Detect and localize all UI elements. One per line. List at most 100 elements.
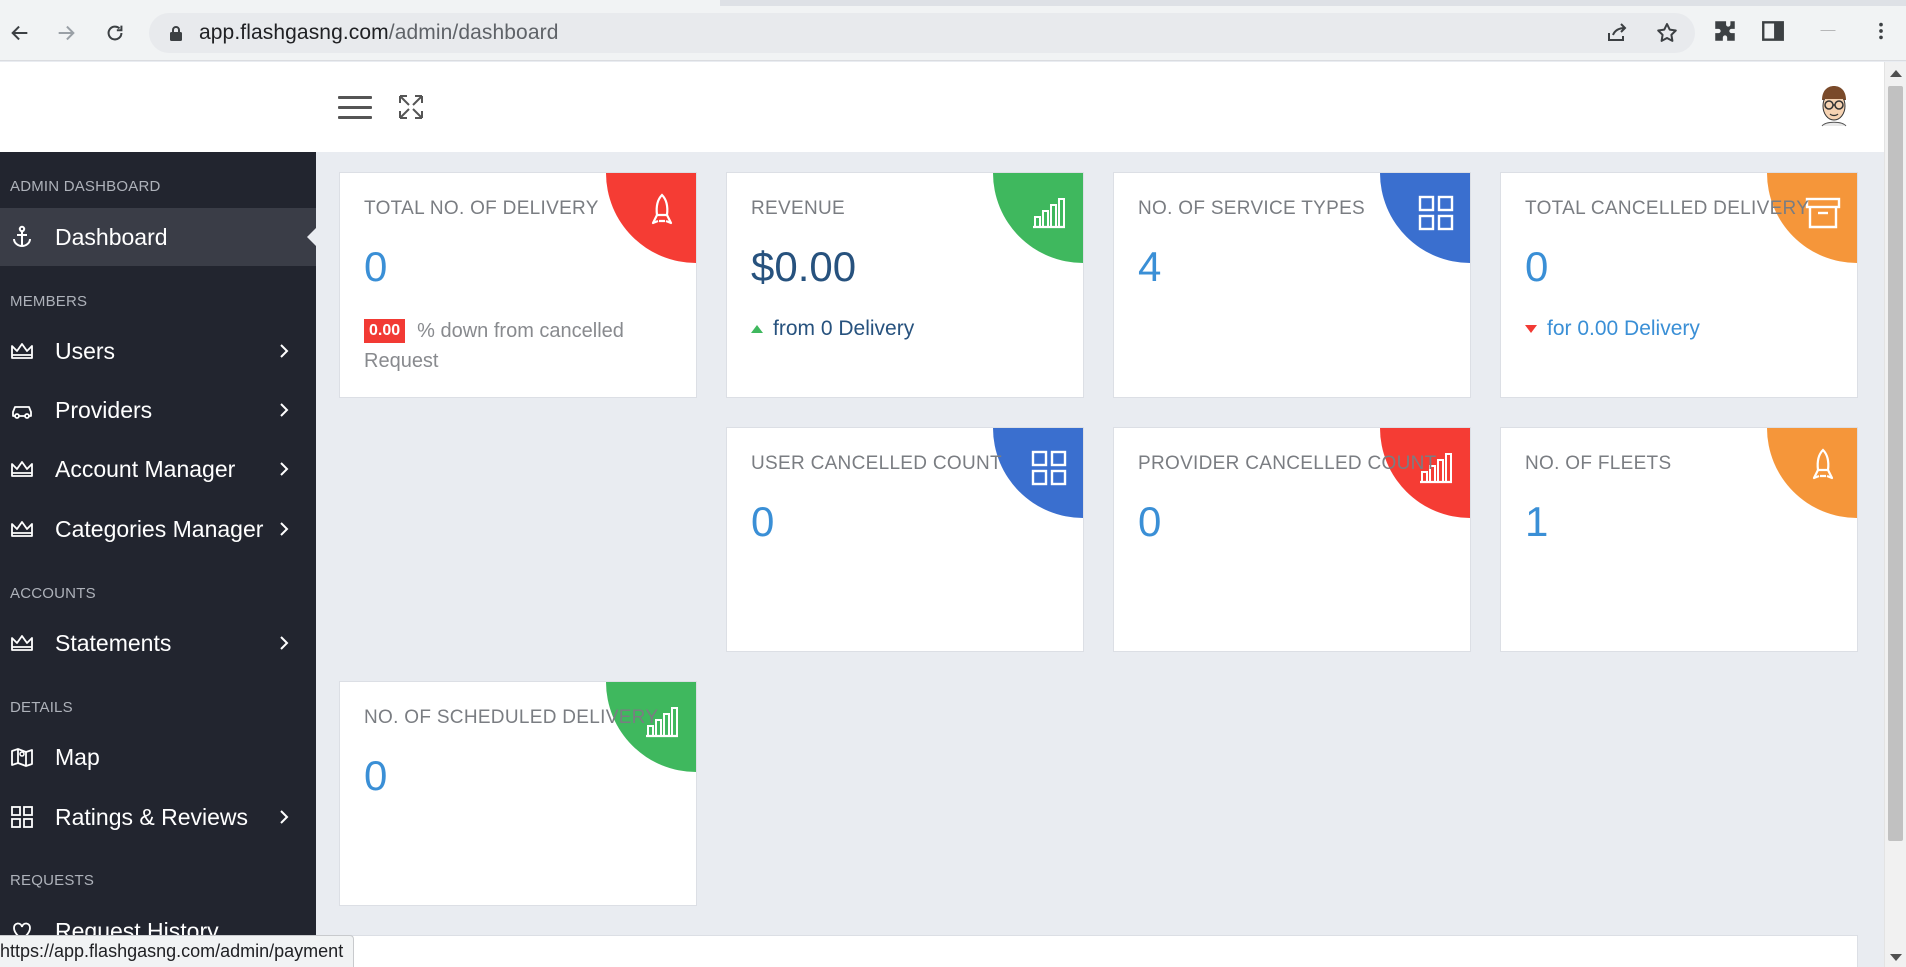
card-value: 0 [1525, 243, 1549, 290]
card-corner [1380, 173, 1470, 263]
trend-indicator: for 0.00 Delivery [1525, 317, 1700, 341]
star-icon[interactable] [1655, 21, 1679, 45]
grid-icon [11, 806, 33, 828]
section-members: MEMBERS [10, 293, 88, 310]
grid-icon [1031, 450, 1067, 486]
triangle-down-icon [1525, 325, 1537, 333]
card-title: NO. OF SCHEDULED DELIVERY [364, 707, 659, 728]
chevron-right-icon [280, 810, 289, 824]
content-panel-bottom [340, 935, 1858, 967]
map-icon [11, 748, 33, 767]
card-value: $0.00 [751, 243, 857, 290]
profile-chip[interactable]: ——— [1808, 24, 1848, 38]
crown-icon [11, 343, 33, 359]
sidebar-item-label: Providers [55, 396, 153, 423]
reload-button[interactable] [101, 19, 129, 47]
forward-button[interactable] [52, 19, 80, 47]
sidebar-item-label: Categories Manager [55, 515, 264, 542]
side-panel-icon[interactable] [1760, 18, 1786, 44]
card-total-delivery: TOTAL NO. OF DELIVERY 0 0.00% down from … [339, 172, 697, 398]
card-scheduled-delivery: NO. OF SCHEDULED DELIVERY 0 [339, 681, 697, 906]
sidebar-item-statements[interactable]: Statements [0, 614, 316, 672]
chevron-right-icon [280, 522, 289, 536]
anchor-icon [13, 225, 31, 248]
more-vertical-icon[interactable] [1870, 18, 1892, 44]
card-value: 0 [364, 243, 388, 290]
avatar[interactable] [1816, 84, 1852, 130]
menu-toggle-button[interactable] [338, 96, 372, 120]
card-corner [606, 173, 696, 263]
sidebar-item-users[interactable]: Users [0, 322, 316, 380]
tab-strip [0, 0, 1906, 6]
crown-icon [11, 521, 33, 537]
crown-icon [11, 635, 33, 651]
card-corner [1767, 428, 1857, 518]
card-value: 0 [751, 498, 775, 545]
card-value: 1 [1525, 498, 1549, 545]
card-value: 0 [1138, 498, 1162, 545]
sidebar-item-account-manager[interactable]: Account Manager [0, 440, 316, 498]
crown-icon [11, 461, 33, 477]
card-title: USER CANCELLED COUNT [751, 453, 1002, 474]
grid-icon [1418, 195, 1454, 231]
arrow-right-icon [58, 25, 75, 41]
card-service-types: NO. OF SERVICE TYPES 4 [1113, 172, 1471, 398]
sidebar-item-dashboard[interactable]: Dashboard [0, 208, 316, 266]
rocket-icon [651, 193, 673, 225]
trend-label: from 0 Delivery [773, 317, 915, 340]
sidebar-item-providers[interactable]: Providers [0, 381, 316, 439]
card-subtext: 0.00% down from cancelled Request [364, 316, 664, 376]
section-details: DETAILS [10, 699, 73, 716]
reload-icon [107, 25, 123, 41]
chevron-right-icon [280, 636, 289, 650]
card-value: 4 [1138, 243, 1162, 290]
card-provider-cancelled: PROVIDER CANCELLED COUNT 0 [1113, 427, 1471, 652]
section-admin-dashboard: ADMIN DASHBOARD [10, 178, 161, 195]
sidebar-item-label: Statements [55, 629, 172, 656]
sidebar-item-label: Users [55, 337, 116, 364]
section-accounts: ACCOUNTS [10, 585, 96, 602]
card-title: NO. OF SERVICE TYPES [1138, 198, 1366, 219]
trend-label: for 0.00 Delivery [1547, 317, 1700, 340]
share-icon[interactable] [1605, 21, 1629, 45]
chevron-right-icon [280, 344, 289, 358]
sidebar-item-map[interactable]: Map [0, 728, 316, 786]
fullscreen-icon[interactable] [398, 94, 424, 120]
sidebar-item-ratings-reviews[interactable]: Ratings & Reviews [0, 788, 316, 846]
extensions-icon[interactable] [1712, 18, 1738, 44]
card-corner [993, 428, 1083, 518]
card-cancelled-delivery: TOTAL CANCELLED DELIVERY 0 for 0.00 Deli… [1500, 172, 1858, 398]
scroll-up-icon[interactable] [1890, 70, 1902, 77]
browser-toolbar: app.flashgasng.com/admin/dashboard ——— [0, 0, 1906, 61]
lock-icon [170, 26, 182, 41]
address-bar[interactable]: app.flashgasng.com/admin/dashboard [149, 13, 1695, 53]
car-icon [12, 406, 32, 419]
card-title: TOTAL CANCELLED DELIVERY [1525, 198, 1810, 219]
card-corner [993, 173, 1083, 263]
card-title: TOTAL NO. OF DELIVERY [364, 198, 599, 219]
section-requests: REQUESTS [10, 872, 95, 889]
card-title: NO. OF FLEETS [1525, 453, 1672, 474]
card-user-cancelled: USER CANCELLED COUNT 0 [726, 427, 1084, 652]
scroll-down-icon[interactable] [1890, 954, 1902, 961]
scroll-thumb[interactable] [1888, 86, 1903, 841]
url-text: app.flashgasng.com/admin/dashboard [199, 21, 558, 45]
app-header [0, 62, 1884, 152]
status-bar-url: https://app.flashgasng.com/admin/payment [0, 935, 355, 967]
sidebar: ADMIN DASHBOARD Dashboard MEMBERS Users … [0, 152, 316, 967]
rocket-icon [1812, 448, 1834, 480]
sidebar-item-label: Dashboard [55, 223, 168, 250]
percent-badge: 0.00 [364, 319, 406, 343]
back-button[interactable] [6, 19, 34, 47]
trend-indicator: from 0 Delivery [751, 317, 914, 341]
url-path: /admin/dashboard [388, 21, 559, 44]
sidebar-item-label: Account Manager [55, 455, 236, 482]
card-value: 0 [364, 752, 388, 799]
page-scrollbar[interactable] [1884, 62, 1906, 967]
card-title: PROVIDER CANCELLED COUNT [1138, 453, 1437, 474]
sidebar-item-categories-manager[interactable]: Categories Manager [0, 500, 316, 558]
chevron-right-icon [280, 462, 289, 476]
card-revenue: REVENUE $0.00 from 0 Delivery [726, 172, 1084, 398]
bar-chart-icon [1033, 198, 1065, 229]
sidebar-item-label: Ratings & Reviews [55, 803, 249, 830]
